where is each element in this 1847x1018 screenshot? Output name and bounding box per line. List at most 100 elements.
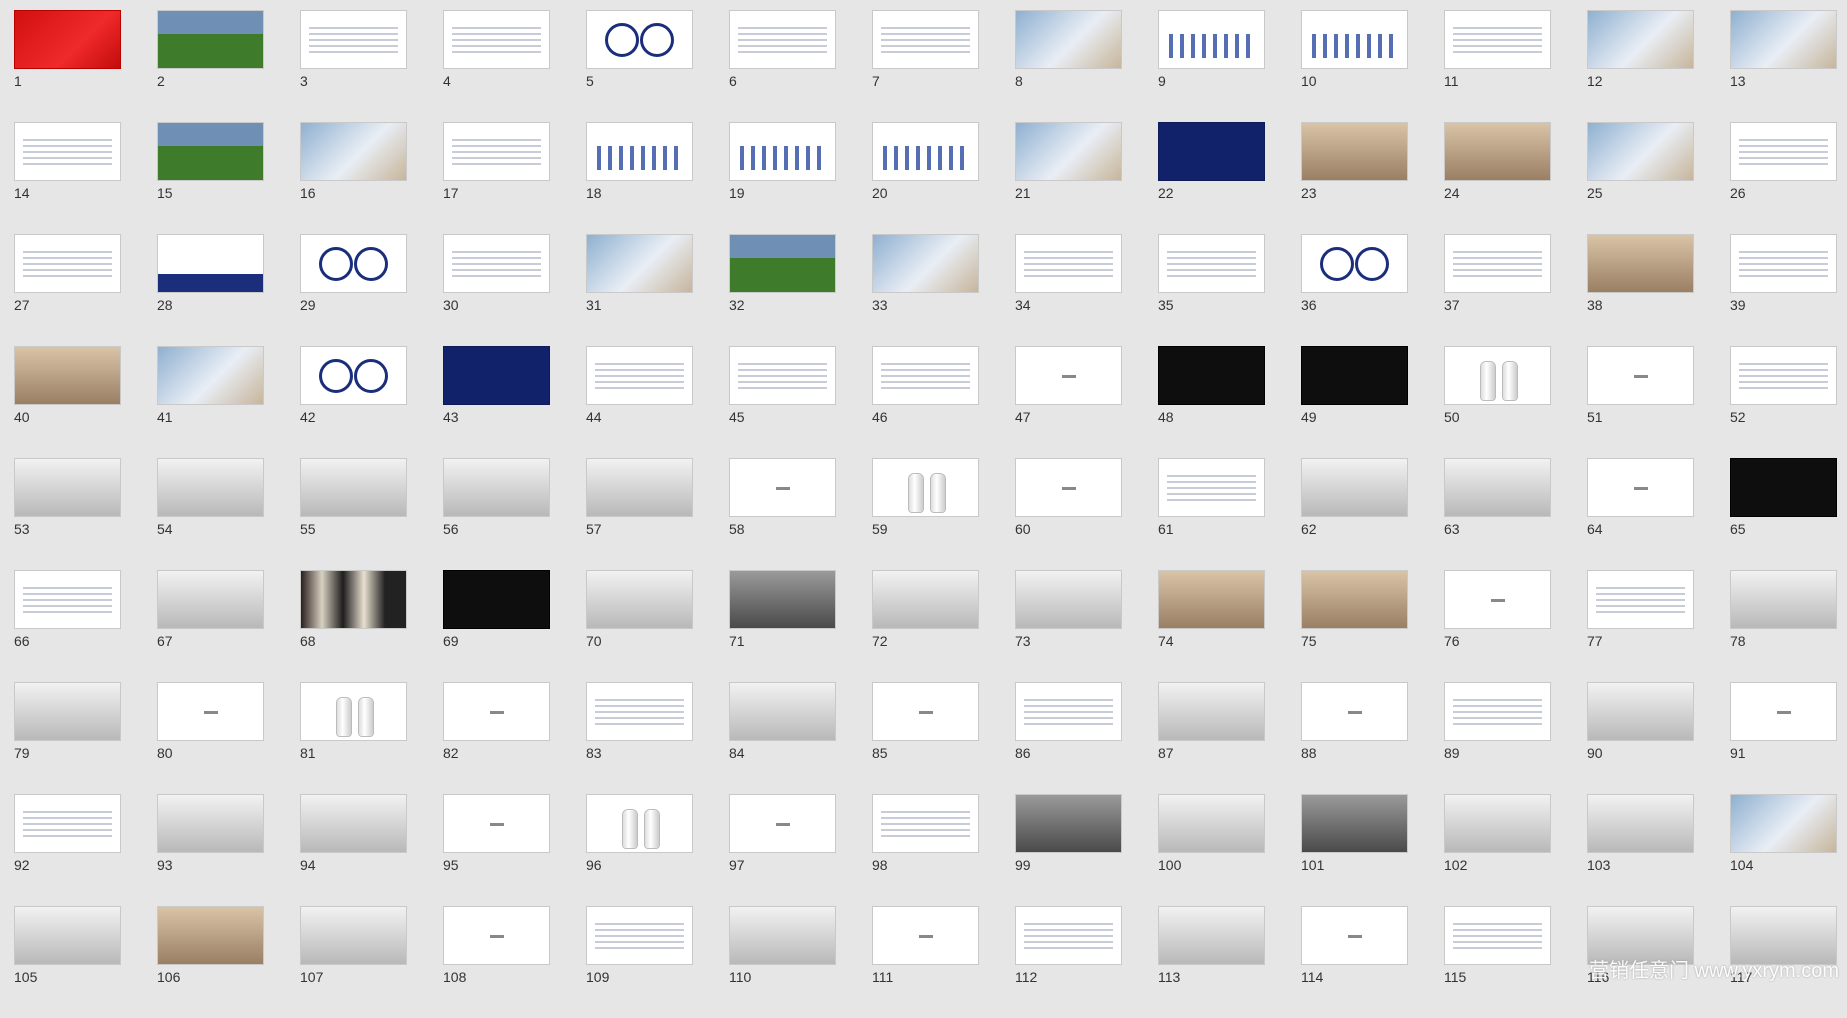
slide-thumbnail-item[interactable]: 55 [300,458,407,570]
slide-preview[interactable] [1587,122,1694,181]
slide-thumbnail-item[interactable]: 76 [1444,570,1551,682]
slide-preview[interactable] [1301,906,1408,965]
slide-preview[interactable] [443,346,550,405]
slide-thumbnail-item[interactable]: 70 [586,570,693,682]
slide-preview[interactable] [1158,234,1265,293]
slide-preview[interactable] [1301,794,1408,853]
slide-thumbnail-item[interactable]: 57 [586,458,693,570]
slide-preview[interactable] [586,122,693,181]
slide-preview[interactable] [300,906,407,965]
slide-thumbnail-item[interactable]: 68 [300,570,407,682]
slide-preview[interactable] [1444,906,1551,965]
slide-thumbnail-item[interactable]: 60 [1015,458,1122,570]
slide-thumbnail-item[interactable]: 109 [586,906,693,1018]
slide-thumbnail-item[interactable]: 81 [300,682,407,794]
slide-thumbnail-item[interactable]: 114 [1301,906,1408,1018]
slide-preview[interactable] [14,906,121,965]
slide-thumbnail-item[interactable]: 8 [1015,10,1122,122]
slide-thumbnail-item[interactable]: 22 [1158,122,1265,234]
slide-thumbnail-item[interactable]: 41 [157,346,264,458]
slide-preview[interactable] [1444,234,1551,293]
slide-thumbnail-item[interactable]: 56 [443,458,550,570]
slide-thumbnail-item[interactable]: 18 [586,122,693,234]
slide-preview[interactable] [729,234,836,293]
slide-thumbnail-item[interactable]: 19 [729,122,836,234]
slide-thumbnail-item[interactable]: 103 [1587,794,1694,906]
slide-preview[interactable] [1301,10,1408,69]
slide-preview[interactable] [157,458,264,517]
slide-preview[interactable] [1158,346,1265,405]
slide-thumbnail-item[interactable]: 111 [872,906,979,1018]
slide-thumbnail-item[interactable]: 24 [1444,122,1551,234]
slide-thumbnail-item[interactable]: 110 [729,906,836,1018]
slide-preview[interactable] [586,906,693,965]
slide-preview[interactable] [157,570,264,629]
slide-thumbnail-item[interactable]: 99 [1015,794,1122,906]
slide-thumbnail-item[interactable]: 84 [729,682,836,794]
slide-preview[interactable] [14,682,121,741]
slide-thumbnail-item[interactable]: 10 [1301,10,1408,122]
slide-preview[interactable] [443,906,550,965]
slide-preview[interactable] [1015,346,1122,405]
slide-preview[interactable] [586,682,693,741]
slide-preview[interactable] [1301,458,1408,517]
slide-thumbnail-item[interactable]: 36 [1301,234,1408,346]
slide-thumbnail-item[interactable]: 51 [1587,346,1694,458]
slide-thumbnail-item[interactable]: 92 [14,794,121,906]
slide-preview[interactable] [1301,570,1408,629]
slide-thumbnail-item[interactable]: 89 [1444,682,1551,794]
slide-preview[interactable] [1015,10,1122,69]
slide-preview[interactable] [1444,794,1551,853]
slide-preview[interactable] [1301,234,1408,293]
slide-thumbnail-item[interactable]: 42 [300,346,407,458]
slide-thumbnail-item[interactable]: 6 [729,10,836,122]
slide-preview[interactable] [1015,906,1122,965]
slide-thumbnail-item[interactable]: 21 [1015,122,1122,234]
slide-preview[interactable] [729,906,836,965]
slide-preview[interactable] [729,794,836,853]
slide-thumbnail-item[interactable]: 108 [443,906,550,1018]
slide-thumbnail-item[interactable]: 40 [14,346,121,458]
slide-thumbnail-item[interactable]: 33 [872,234,979,346]
slide-preview[interactable] [157,346,264,405]
slide-preview[interactable] [1158,458,1265,517]
slide-thumbnail-item[interactable]: 86 [1015,682,1122,794]
slide-preview[interactable] [1730,122,1837,181]
slide-thumbnail-item[interactable]: 107 [300,906,407,1018]
slide-preview[interactable] [586,234,693,293]
slide-thumbnail-item[interactable]: 30 [443,234,550,346]
slide-thumbnail-item[interactable]: 61 [1158,458,1265,570]
slide-thumbnail-item[interactable]: 90 [1587,682,1694,794]
slide-thumbnail-item[interactable]: 32 [729,234,836,346]
slide-thumbnail-item[interactable]: 80 [157,682,264,794]
slide-preview[interactable] [1587,346,1694,405]
slide-thumbnail-item[interactable]: 23 [1301,122,1408,234]
slide-thumbnail-item[interactable]: 93 [157,794,264,906]
slide-preview[interactable] [1444,682,1551,741]
slide-preview[interactable] [1730,234,1837,293]
slide-preview[interactable] [1730,794,1837,853]
slide-thumbnail-item[interactable]: 78 [1730,570,1837,682]
slide-preview[interactable] [443,682,550,741]
slide-preview[interactable] [1158,794,1265,853]
slide-thumbnail-item[interactable]: 113 [1158,906,1265,1018]
slide-preview[interactable] [872,234,979,293]
slide-preview[interactable] [1587,682,1694,741]
slide-preview[interactable] [586,346,693,405]
slide-preview[interactable] [1444,346,1551,405]
slide-preview[interactable] [1444,10,1551,69]
slide-thumbnail-item[interactable]: 85 [872,682,979,794]
slide-thumbnail-item[interactable]: 44 [586,346,693,458]
slide-thumbnail-item[interactable]: 97 [729,794,836,906]
slide-preview[interactable] [872,794,979,853]
slide-thumbnail-item[interactable]: 5 [586,10,693,122]
slide-thumbnail-item[interactable]: 3 [300,10,407,122]
slide-preview[interactable] [586,10,693,69]
slide-thumbnail-item[interactable]: 37 [1444,234,1551,346]
slide-preview[interactable] [729,122,836,181]
slide-thumbnail-item[interactable]: 72 [872,570,979,682]
slide-thumbnail-item[interactable]: 102 [1444,794,1551,906]
slide-thumbnail-item[interactable]: 34 [1015,234,1122,346]
slide-preview[interactable] [872,122,979,181]
slide-preview[interactable] [872,346,979,405]
